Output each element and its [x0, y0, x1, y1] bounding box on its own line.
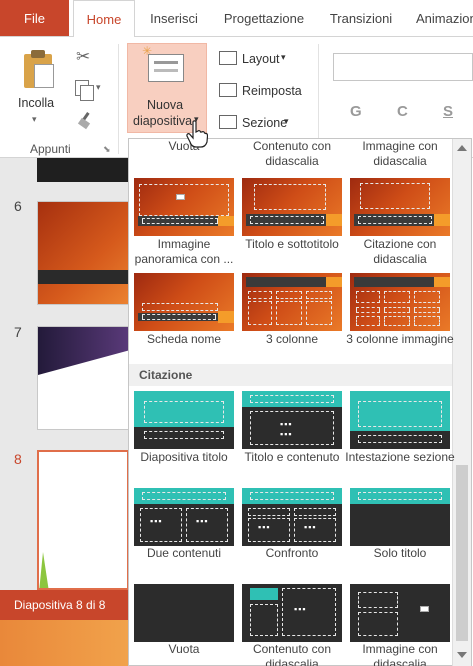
copy-icon[interactable]: [75, 80, 94, 101]
layout-thumb-intestazione-sezione[interactable]: [350, 391, 450, 449]
gallery-scrollbar[interactable]: [452, 139, 471, 666]
font-name-box[interactable]: [333, 53, 473, 81]
section-label[interactable]: Sezione: [242, 116, 287, 130]
layout-thumb-scheda-nome[interactable]: [134, 273, 234, 331]
layout-caption: Titolo e sottotitolo: [245, 237, 339, 251]
cut-icon[interactable]: ✂: [76, 47, 90, 67]
section-icon[interactable]: [219, 115, 237, 129]
layout-thumb-titolo-sottotitolo[interactable]: [242, 178, 342, 236]
underline-button[interactable]: S: [443, 103, 453, 120]
tab-file[interactable]: File: [0, 0, 69, 36]
layout-caption: Titolo e contenuto: [244, 450, 340, 464]
sparkle-icon: ✳: [142, 44, 153, 58]
paste-dropdown-icon[interactable]: ▾: [32, 114, 37, 125]
layout-thumb-3-colonne[interactable]: [242, 273, 342, 331]
layout-caption: Vuota: [168, 642, 200, 656]
slide-number: 6: [14, 198, 22, 214]
layout-caption: Diapositiva titolo: [140, 450, 228, 464]
bold-button[interactable]: G: [350, 103, 362, 120]
clipboard-group-label: Appunti: [30, 142, 71, 156]
layout-caption: Contenuto con didascalia: [252, 139, 332, 168]
layout-section-header: Citazione: [129, 364, 452, 386]
new-slide-label-2: diapositiva: [133, 114, 193, 128]
scroll-up-icon[interactable]: [457, 145, 467, 151]
slide-thumbnail-6[interactable]: [37, 201, 129, 305]
slide-thumbnail-7[interactable]: [37, 326, 129, 430]
layout-caption: Intestazione sezione: [345, 450, 455, 464]
layout-label[interactable]: Layout: [242, 52, 280, 66]
tab-transizioni[interactable]: Transizioni: [322, 0, 400, 36]
layout-caption: 3 colonne: [265, 332, 319, 346]
scroll-thumb[interactable]: [456, 465, 468, 641]
slide-number: 7: [14, 324, 22, 340]
slide-number: 8: [14, 451, 22, 467]
layout-caption: Confronto: [265, 546, 319, 560]
layout-caption: Immagine con didascalia: [362, 642, 438, 666]
layout-thumb-citazione-didascalia[interactable]: [350, 178, 450, 236]
tab-progettazione[interactable]: Progettazione: [216, 0, 312, 36]
reset-label[interactable]: Reimposta: [242, 84, 302, 98]
slide-thumbnail-pane: 6 7 8: [0, 158, 129, 590]
layout-thumb-3-colonne-immagine[interactable]: [350, 273, 450, 331]
layout-caption: Due contenuti: [146, 546, 222, 560]
slide-thumbnail-5[interactable]: [37, 158, 129, 182]
layout-caption: 3 colonne immagine: [346, 332, 454, 346]
italic-button[interactable]: C: [397, 103, 408, 120]
layout-caption: Solo titolo: [373, 546, 427, 560]
layout-thumb-solo-titolo[interactable]: [350, 488, 450, 546]
tab-inserisci[interactable]: Inserisci: [142, 0, 206, 36]
layout-caption: Immagine panoramica con ...: [134, 237, 234, 266]
group-divider: [118, 44, 119, 154]
layout-caption: Vuota: [168, 139, 200, 153]
layout-thumb-immagine-didascalia[interactable]: [350, 584, 450, 642]
hand-cursor-icon: [186, 120, 208, 148]
layout-caption: Contenuto con didascalia: [252, 642, 332, 666]
layout-caption: Citazione con didascalia: [363, 237, 437, 266]
ribbon-tab-bar: File Home Inserisci Progettazione Transi…: [0, 0, 473, 37]
layout-icon[interactable]: [219, 51, 237, 65]
paste-label[interactable]: Incolla: [18, 96, 54, 110]
copy-dropdown-icon[interactable]: ▾: [96, 82, 101, 93]
new-slide-label-1: Nuova: [147, 98, 184, 112]
paste-icon[interactable]: [22, 50, 56, 90]
slide-edit-area: [0, 620, 128, 666]
reset-icon[interactable]: [219, 83, 237, 97]
layout-caption: Scheda nome: [146, 332, 222, 346]
new-slide-icon: [148, 54, 184, 82]
layout-thumb-diapositiva-titolo[interactable]: [134, 391, 234, 449]
layout-thumb-contenuto-didascalia[interactable]: ▪▪▪: [242, 584, 342, 642]
layout-thumb-titolo-contenuto[interactable]: ▪▪▪ ▪▪▪: [242, 391, 342, 449]
layout-thumb-confronto[interactable]: ▪▪▪ ▪▪▪: [242, 488, 342, 546]
section-dropdown-icon[interactable]: ▾: [284, 116, 289, 127]
layout-thumb-due-contenuti[interactable]: ▪▪▪ ▪▪▪: [134, 488, 234, 546]
layout-dropdown-icon[interactable]: ▾: [281, 52, 286, 63]
layout-thumb-immagine-panoramica[interactable]: [134, 178, 234, 236]
status-bar: Diapositiva 8 di 8: [0, 590, 128, 620]
layout-caption: Immagine con didascalia: [362, 139, 438, 168]
clipboard-launcher-icon[interactable]: ⬊: [103, 144, 111, 155]
tab-animazioni[interactable]: Animazioni: [416, 0, 473, 36]
format-painter-icon[interactable]: [77, 112, 92, 130]
scroll-down-icon[interactable]: [457, 652, 467, 658]
layout-thumb-vuota[interactable]: [134, 584, 234, 642]
tab-home[interactable]: Home: [73, 0, 135, 37]
slide-thumbnail-8[interactable]: [37, 450, 129, 590]
